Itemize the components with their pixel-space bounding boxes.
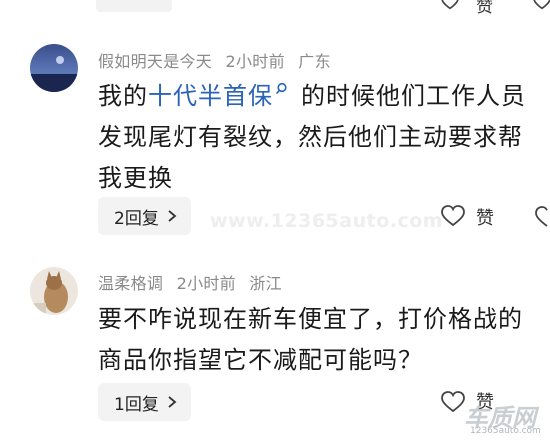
heart-icon[interactable] <box>440 204 466 228</box>
comment-meta: 温柔格调 2小时前 浙江 <box>98 270 290 294</box>
avatar[interactable] <box>30 267 78 315</box>
chevron-right-icon <box>168 396 177 408</box>
watermark: www.12365auto.com <box>210 210 444 232</box>
author-name[interactable]: 假如明天是今天 <box>98 52 212 71</box>
like-label[interactable]: 赞 <box>476 204 494 230</box>
comment-text-before: 我的 <box>98 82 148 110</box>
site-logo: 车质网 12365auto.com <box>456 398 550 440</box>
chevron-right-icon <box>168 210 177 222</box>
comment-time: 2小时前 <box>225 52 285 71</box>
search-link[interactable]: 十代半首保 <box>148 82 273 110</box>
previous-reply-button[interactable] <box>96 0 172 12</box>
author-name[interactable]: 温柔格调 <box>98 274 163 293</box>
avatar[interactable] <box>30 44 78 92</box>
reply-count-label: 1回复 <box>114 394 159 415</box>
reply-count-button[interactable]: 1回复 <box>98 383 191 421</box>
reply-count-label: 2回复 <box>114 208 159 229</box>
previous-comment-actions: 赞 <box>0 0 550 17</box>
comment-location: 浙江 <box>249 274 282 293</box>
comment-text: 要不咋说现在新车便宜了，打价格战的商品你指望它不减配可能吗？ <box>98 305 523 374</box>
comment-location: 广东 <box>298 52 331 71</box>
comment-meta: 假如明天是今天 2小时前 广东 <box>98 48 339 72</box>
logo-url: 12365auto.com <box>470 426 541 436</box>
comment-time: 2小时前 <box>176 274 236 293</box>
heart-icon[interactable] <box>534 205 550 229</box>
search-icon[interactable] <box>275 82 289 96</box>
cat-avatar-icon <box>30 267 78 315</box>
reply-count-button[interactable]: 2回复 <box>98 197 191 235</box>
heart-icon[interactable] <box>440 0 460 10</box>
heart-icon[interactable] <box>532 0 550 10</box>
comment-text: 我的十代半首保 的时候他们工作人员发现尾灯有裂纹，然后他们主动要求帮我更换 <box>98 76 542 199</box>
moon-landscape-avatar-icon <box>30 44 78 92</box>
previous-like-label: 赞 <box>476 0 493 17</box>
